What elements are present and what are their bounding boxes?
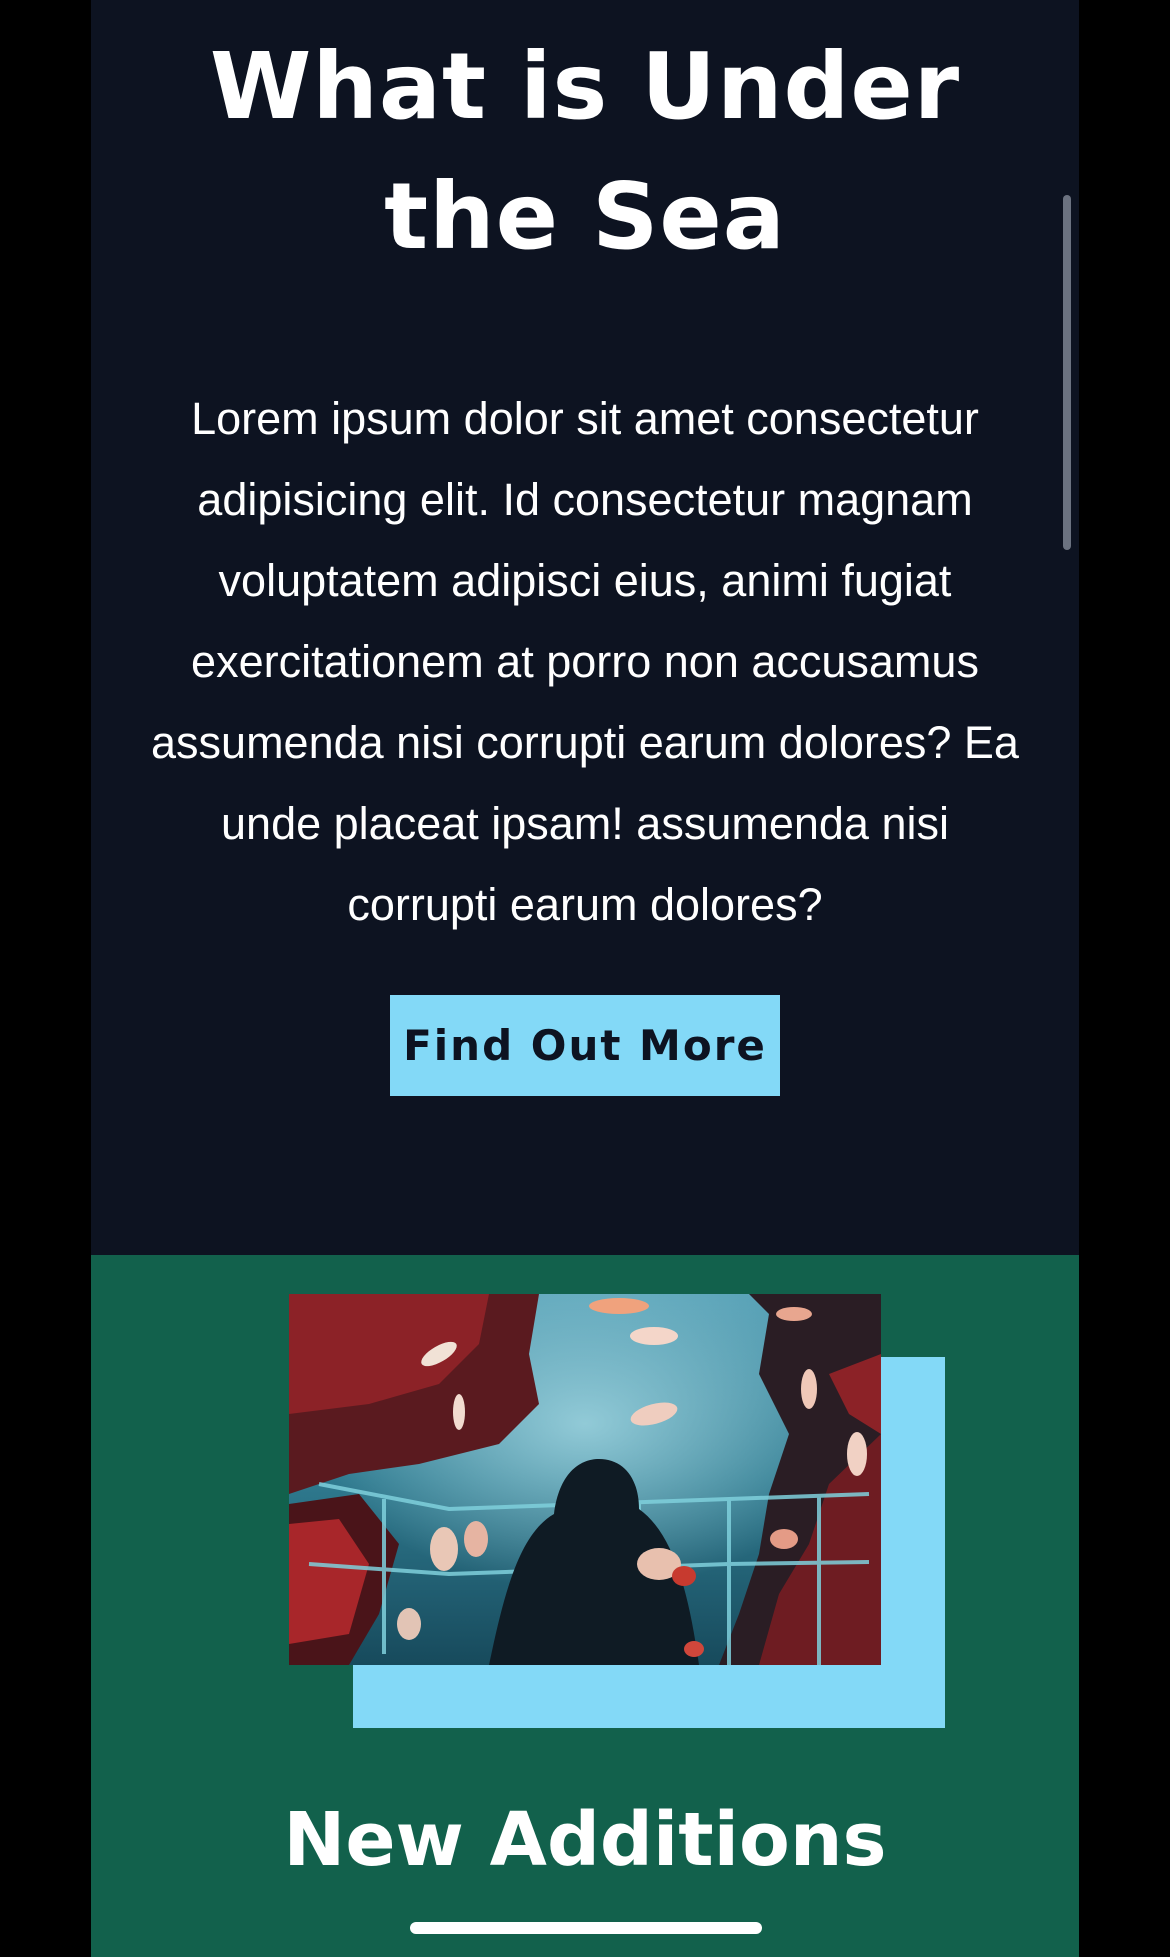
hero-title: What is Under the Sea (209, 33, 961, 270)
find-out-more-button[interactable]: Find Out More (390, 995, 780, 1096)
new-additions-title: New Additions (283, 1797, 887, 1883)
home-indicator[interactable] (410, 1922, 762, 1934)
page-viewport: What is Under the Sea Lorem ipsum dolor … (91, 0, 1079, 1957)
scrollbar-thumb[interactable] (1063, 195, 1071, 550)
aquarium-photo (289, 1294, 881, 1665)
hero-section: What is Under the Sea Lorem ipsum dolor … (91, 0, 1079, 1255)
hero-description: Lorem ipsum dolor sit amet consectetur a… (151, 393, 1019, 930)
